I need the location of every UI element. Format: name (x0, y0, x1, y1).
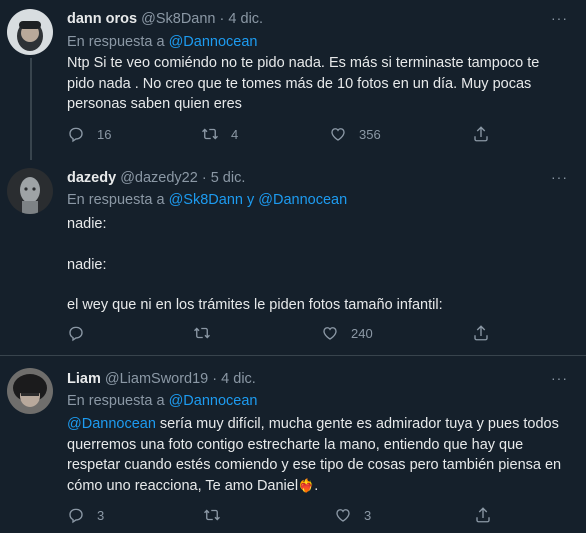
tweet-text: @Dannocean sería muy difícil, mucha gent… (67, 414, 567, 496)
handle[interactable]: @dazedy22 (120, 170, 198, 186)
avatar[interactable] (7, 9, 53, 55)
tweet-line-1: nadie: (67, 216, 107, 232)
tweet-text-end: . (314, 477, 319, 494)
retweet-icon (194, 327, 210, 339)
like-count: 356 (359, 126, 381, 142)
tweet-feed: dann oros @Sk8Dann · 4 dic. ··· En respu… (0, 0, 586, 533)
tweet-2[interactable]: dazedy @dazedy22 · 5 dic. ··· En respues… (0, 160, 586, 354)
share-button[interactable] (472, 125, 502, 143)
retweet-icon (204, 509, 220, 521)
share-button[interactable] (474, 506, 504, 524)
retweet-button[interactable]: 4 (201, 125, 238, 143)
reply-button[interactable]: 16 (67, 125, 111, 143)
separator: · (212, 371, 218, 387)
reply-prefix: En respuesta a (67, 393, 169, 409)
like-button[interactable]: 356 (329, 125, 381, 143)
reply-icon (69, 127, 83, 143)
reply-to-link[interactable]: @Dannocean (169, 393, 258, 409)
display-name[interactable]: Liam (67, 371, 101, 387)
reply-prefix: En respuesta a (67, 192, 169, 208)
reply-context: En respuesta a @Dannocean (67, 393, 257, 409)
separator: · (219, 11, 225, 27)
share-icon (474, 126, 488, 142)
tweet-3[interactable]: Liam @LiamSword19 · 4 dic. ··· En respue… (0, 356, 586, 533)
action-bar: 240 (67, 324, 497, 344)
like-button[interactable]: 3 (334, 506, 371, 524)
share-icon (476, 507, 490, 523)
like-count: 240 (351, 325, 373, 341)
action-bar: 16 4 356 (67, 125, 497, 145)
handle[interactable]: @LiamSword19 (105, 371, 208, 387)
handle[interactable]: @Sk8Dann (141, 11, 215, 27)
share-icon (474, 325, 488, 341)
avatar[interactable] (7, 168, 53, 214)
retweet-icon (202, 128, 218, 140)
tweet-line-2: nadie: (67, 256, 107, 273)
tweet-header: dann oros @Sk8Dann · 4 dic. (67, 11, 263, 27)
reply-count: 16 (97, 126, 112, 142)
reply-to-link[interactable]: @Dannocean (169, 34, 258, 50)
reply-icon (69, 326, 83, 342)
reply-context: En respuesta a @Dannocean (67, 34, 257, 50)
like-icon (331, 128, 345, 141)
tweet-header: Liam @LiamSword19 · 4 dic. (67, 371, 256, 387)
action-bar: 3 3 (67, 506, 497, 526)
tweet-text-content: Ntp Si te veo comiéndo no te pido nada. … (67, 55, 544, 112)
heart-on-fire-emoji: ❤️‍🔥 (298, 477, 315, 493)
like-button[interactable]: 240 (321, 324, 373, 342)
like-count: 3 (364, 507, 372, 523)
like-icon (323, 327, 337, 340)
reply-count: 3 (97, 507, 105, 523)
tweet-1[interactable]: dann oros @Sk8Dann · 4 dic. ··· En respu… (0, 0, 586, 160)
more-icon[interactable]: ··· (551, 169, 568, 185)
share-button[interactable] (472, 324, 502, 342)
separator: · (201, 170, 207, 186)
timestamp[interactable]: 4 dic. (228, 11, 263, 27)
tweet-text: Ntp Si te veo comiéndo no te pido nada. … (67, 53, 567, 115)
tweet-header: dazedy @dazedy22 · 5 dic. (67, 170, 245, 186)
like-icon (336, 509, 350, 522)
timestamp[interactable]: 4 dic. (221, 371, 256, 387)
reply-to-link[interactable]: @Sk8Dann y @Dannocean (169, 192, 348, 208)
display-name[interactable]: dann oros (67, 11, 137, 27)
more-icon[interactable]: ··· (551, 10, 568, 26)
retweet-button[interactable] (193, 324, 223, 342)
tweet-text-content: @Dannocean sería muy difícil, mucha gent… (67, 414, 567, 496)
reply-button[interactable] (67, 324, 97, 342)
tweet-line-3: el wey que ni en los trámites le piden f… (67, 297, 443, 313)
reply-button[interactable]: 3 (67, 506, 104, 524)
display-name[interactable]: dazedy (67, 170, 116, 186)
avatar[interactable] (7, 368, 53, 414)
tweet-text: nadie: nadie: el wey que ni en los trámi… (67, 214, 567, 316)
more-icon[interactable]: ··· (551, 370, 568, 386)
mention-link[interactable]: @Dannocean (67, 416, 156, 432)
reply-context: En respuesta a @Sk8Dann y @Dannocean (67, 192, 347, 208)
reply-prefix: En respuesta a (67, 34, 169, 50)
reply-icon (69, 508, 83, 524)
retweet-button[interactable] (203, 506, 233, 524)
retweet-count: 4 (231, 126, 239, 142)
thread-line (30, 58, 32, 160)
timestamp[interactable]: 5 dic. (211, 170, 246, 186)
